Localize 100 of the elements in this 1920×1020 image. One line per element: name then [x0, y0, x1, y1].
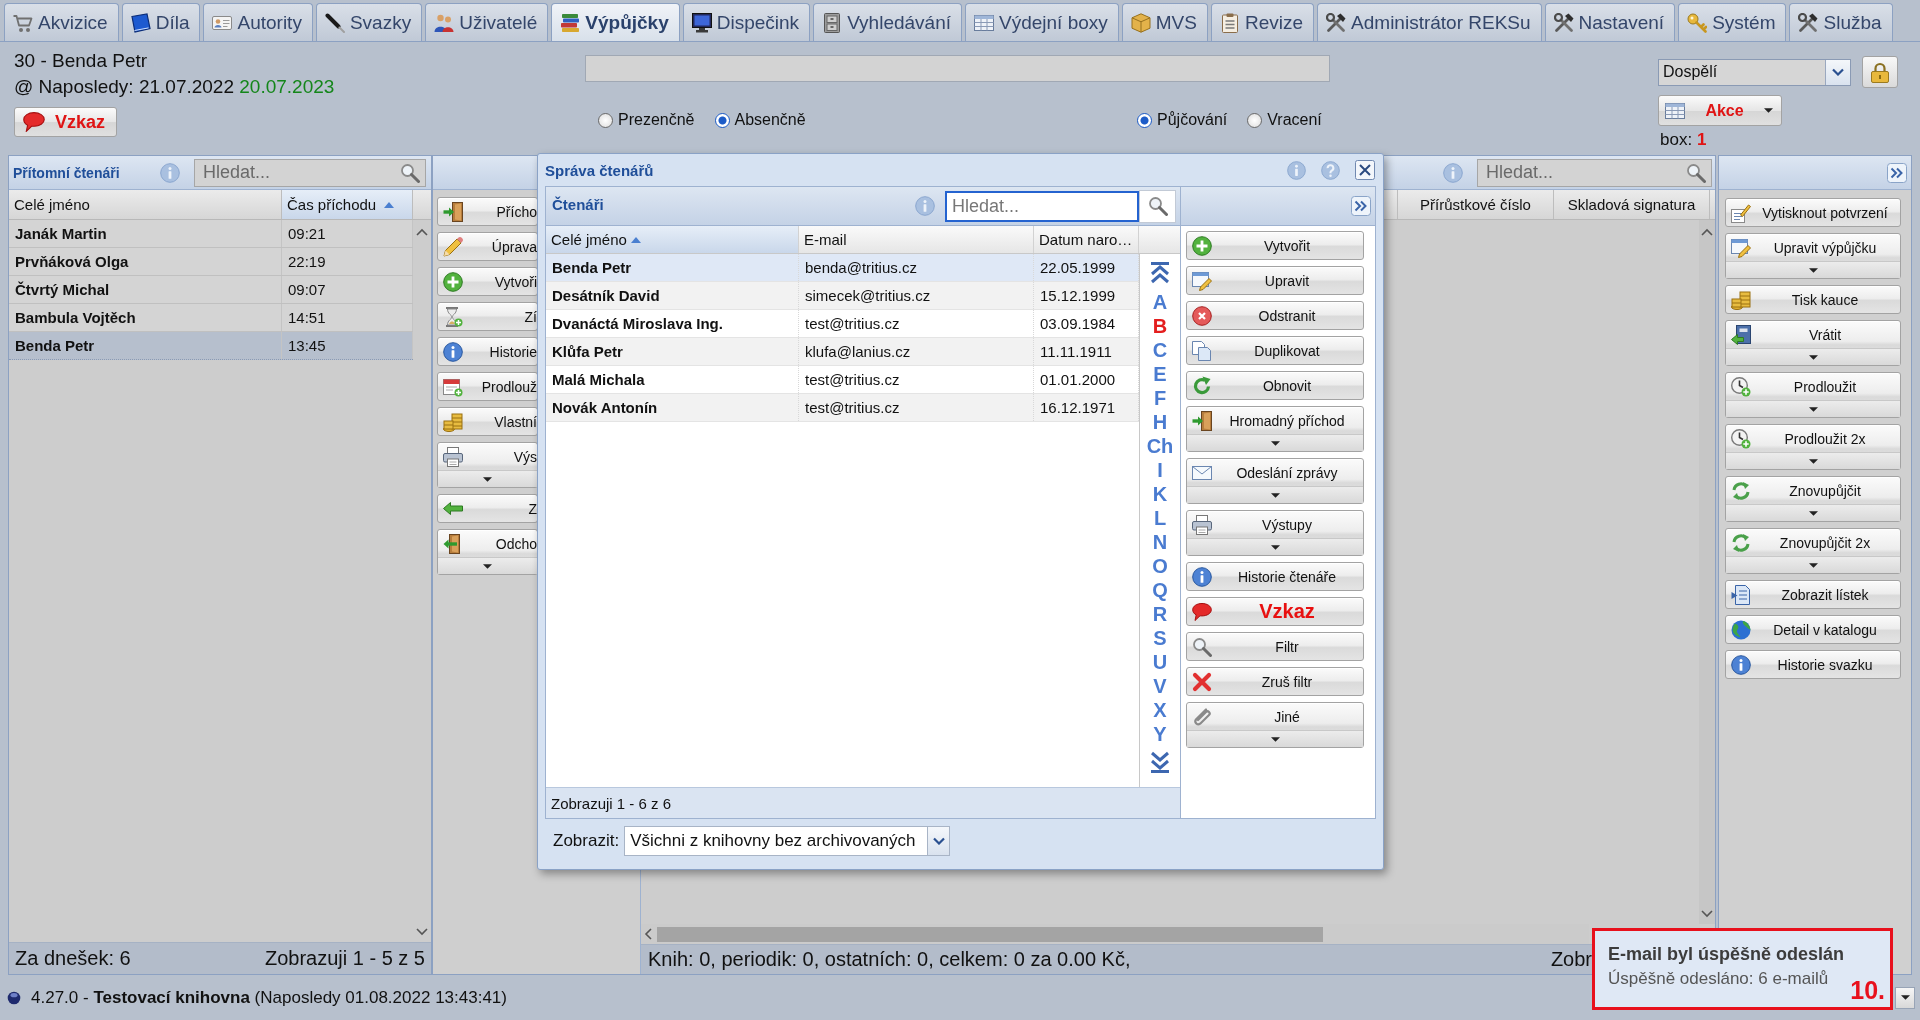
tab[interactable]: Výpůjčky — [551, 3, 680, 41]
search-button[interactable] — [1139, 189, 1176, 223]
table-row[interactable]: Benda Petr 13:45 — [9, 332, 413, 360]
letter-link[interactable]: Y — [1153, 722, 1167, 746]
tab[interactable]: Systém — [1678, 3, 1787, 41]
message-button[interactable]: Vzkaz — [14, 107, 117, 137]
letter-link[interactable]: L — [1153, 506, 1167, 530]
double-chevron-right-icon[interactable] — [1351, 196, 1371, 216]
toolbar-button[interactable]: Historie — [437, 337, 538, 366]
search-field[interactable]: Hledat... — [945, 190, 1139, 222]
action-button[interactable]: Tisk kauce — [1725, 285, 1901, 314]
chevron-down-icon[interactable] — [416, 927, 428, 936]
toolbar-button[interactable]: Vytvoři — [437, 267, 538, 296]
action-button[interactable]: Znovupůjčit 2x — [1725, 528, 1901, 574]
tab[interactable]: MVS — [1121, 3, 1208, 41]
column-header[interactable]: E-mail — [799, 226, 1034, 253]
action-button[interactable]: Historie svazku — [1725, 650, 1901, 679]
radio-button[interactable] — [1247, 112, 1263, 128]
letter-link[interactable]: S — [1153, 626, 1167, 650]
action-button[interactable]: Zruš filtr — [1186, 667, 1364, 696]
action-button[interactable]: Obnovit — [1186, 371, 1364, 400]
action-button[interactable]: Výstupy — [1186, 510, 1364, 556]
double-chevron-up-icon[interactable] — [1150, 262, 1170, 284]
input-field[interactable] — [585, 55, 1330, 82]
action-button[interactable]: Vytvořit — [1186, 231, 1364, 260]
chevron-up-icon[interactable] — [1701, 228, 1713, 237]
column-header[interactable]: Celé jméno — [546, 226, 799, 253]
tab[interactable]: Díla — [121, 3, 201, 41]
action-button[interactable]: Historie čtenáře — [1186, 562, 1364, 591]
action-button[interactable]: Odeslání zprávy — [1186, 458, 1364, 504]
letter-link[interactable]: B — [1152, 314, 1168, 338]
letter-link[interactable]: H — [1152, 410, 1168, 434]
table-row[interactable]: Desátník David simecek@tritius.cz 15.12.1999 — [546, 282, 1139, 310]
toolbar-button[interactable]: Z — [437, 494, 538, 523]
column-header[interactable]: Přírůstkové číslo — [1397, 190, 1553, 219]
chevron-left-icon[interactable] — [644, 928, 653, 940]
letter-link[interactable]: V — [1153, 674, 1167, 698]
letter-link[interactable]: Q — [1152, 578, 1168, 602]
radio-button[interactable] — [1137, 112, 1152, 128]
tab[interactable]: Výdejní boxy — [965, 3, 1119, 41]
action-button[interactable]: Prodloužit — [1725, 372, 1901, 418]
chevron-up-icon[interactable] — [416, 228, 428, 237]
action-button[interactable]: Jiné — [1186, 702, 1364, 748]
close-icon[interactable] — [1355, 160, 1375, 180]
tab[interactable]: Svazky — [315, 3, 423, 41]
tab[interactable]: Revize — [1211, 3, 1315, 41]
letter-link[interactable]: N — [1152, 530, 1168, 554]
letter-link[interactable]: K — [1152, 482, 1168, 506]
category-select[interactable]: Dospělí — [1658, 58, 1851, 86]
letter-link[interactable]: Ch — [1146, 434, 1174, 458]
action-button[interactable]: Filtr — [1186, 632, 1364, 661]
dropdown-button[interactable] — [1895, 986, 1915, 1009]
action-button[interactable]: Upravit výpůjčku — [1725, 233, 1901, 279]
table-row[interactable]: Novák Antonín test@tritius.cz 16.12.1971 — [546, 394, 1139, 422]
table-row[interactable]: Dvanáctá Miroslava Ing. test@tritius.cz 03.09.1984 — [546, 310, 1139, 338]
action-button[interactable]: Zobrazit lístek — [1725, 580, 1901, 609]
toolbar-button[interactable]: Zí — [437, 302, 538, 331]
tab[interactable]: Akvizice — [4, 3, 119, 41]
tab[interactable]: Dispečink — [682, 3, 811, 41]
tab[interactable]: Uživatelé — [425, 3, 549, 41]
search-field[interactable]: Hledat... — [194, 158, 426, 187]
toolbar-button[interactable]: Prodlouž — [437, 372, 538, 401]
action-button[interactable]: Detail v katalogu — [1725, 615, 1901, 644]
action-button[interactable]: Znovupůjčit — [1725, 476, 1901, 522]
action-button[interactable]: Odstranit — [1186, 301, 1364, 330]
column-header[interactable]: Skladová signatura — [1553, 190, 1710, 219]
lock-button[interactable] — [1862, 56, 1898, 88]
filter-select[interactable]: Všichni z knihovny bez archivovaných — [624, 826, 951, 856]
column-header[interactable]: Datum naro… — [1034, 226, 1139, 253]
toolbar-button[interactable]: Výs — [437, 442, 538, 488]
action-button[interactable]: Hromadný příchod — [1186, 406, 1364, 452]
toolbar-button[interactable]: Přícho — [437, 197, 538, 226]
double-chevron-down-icon[interactable] — [1150, 751, 1170, 773]
action-button[interactable]: Upravit — [1186, 266, 1364, 295]
letter-link[interactable]: O — [1152, 554, 1168, 578]
tab[interactable]: Vyhledávání — [813, 3, 962, 41]
letter-link[interactable]: A — [1152, 290, 1168, 314]
tab[interactable]: Administrátor REKSu — [1317, 3, 1542, 41]
table-row[interactable]: Malá Michala test@tritius.cz 01.01.2000 — [546, 366, 1139, 394]
letter-link[interactable]: X — [1153, 698, 1167, 722]
double-chevron-right-icon[interactable] — [1887, 162, 1907, 183]
action-button[interactable]: Duplikovat — [1186, 336, 1364, 365]
table-row[interactable]: Klůfa Petr klufa@lanius.cz 11.11.1911 — [546, 338, 1139, 366]
letter-link[interactable]: C — [1152, 338, 1168, 362]
toolbar-button[interactable]: Vlastní — [437, 407, 538, 436]
toolbar-button[interactable]: Úprava — [437, 232, 538, 261]
column-header[interactable]: Čas příchodu — [282, 190, 413, 219]
action-button[interactable]: Vrátit — [1725, 320, 1901, 366]
letter-link[interactable]: R — [1152, 602, 1168, 626]
tab[interactable]: Služba — [1789, 3, 1893, 41]
letter-link[interactable]: U — [1152, 650, 1168, 674]
table-row[interactable]: Prvňáková Olga 22:19 — [9, 248, 413, 276]
radio-button[interactable] — [598, 112, 613, 128]
search-field[interactable]: Hledat... — [1477, 158, 1712, 187]
tab[interactable]: Nastavení — [1544, 3, 1676, 41]
chevron-down-icon[interactable] — [1701, 909, 1713, 918]
toolbar-button[interactable]: Odcho — [437, 529, 538, 575]
radio-button[interactable] — [714, 112, 730, 128]
table-row[interactable]: Čtvrtý Michal 09:07 — [9, 276, 413, 304]
table-row[interactable]: Bambula Vojtěch 14:51 — [9, 304, 413, 332]
